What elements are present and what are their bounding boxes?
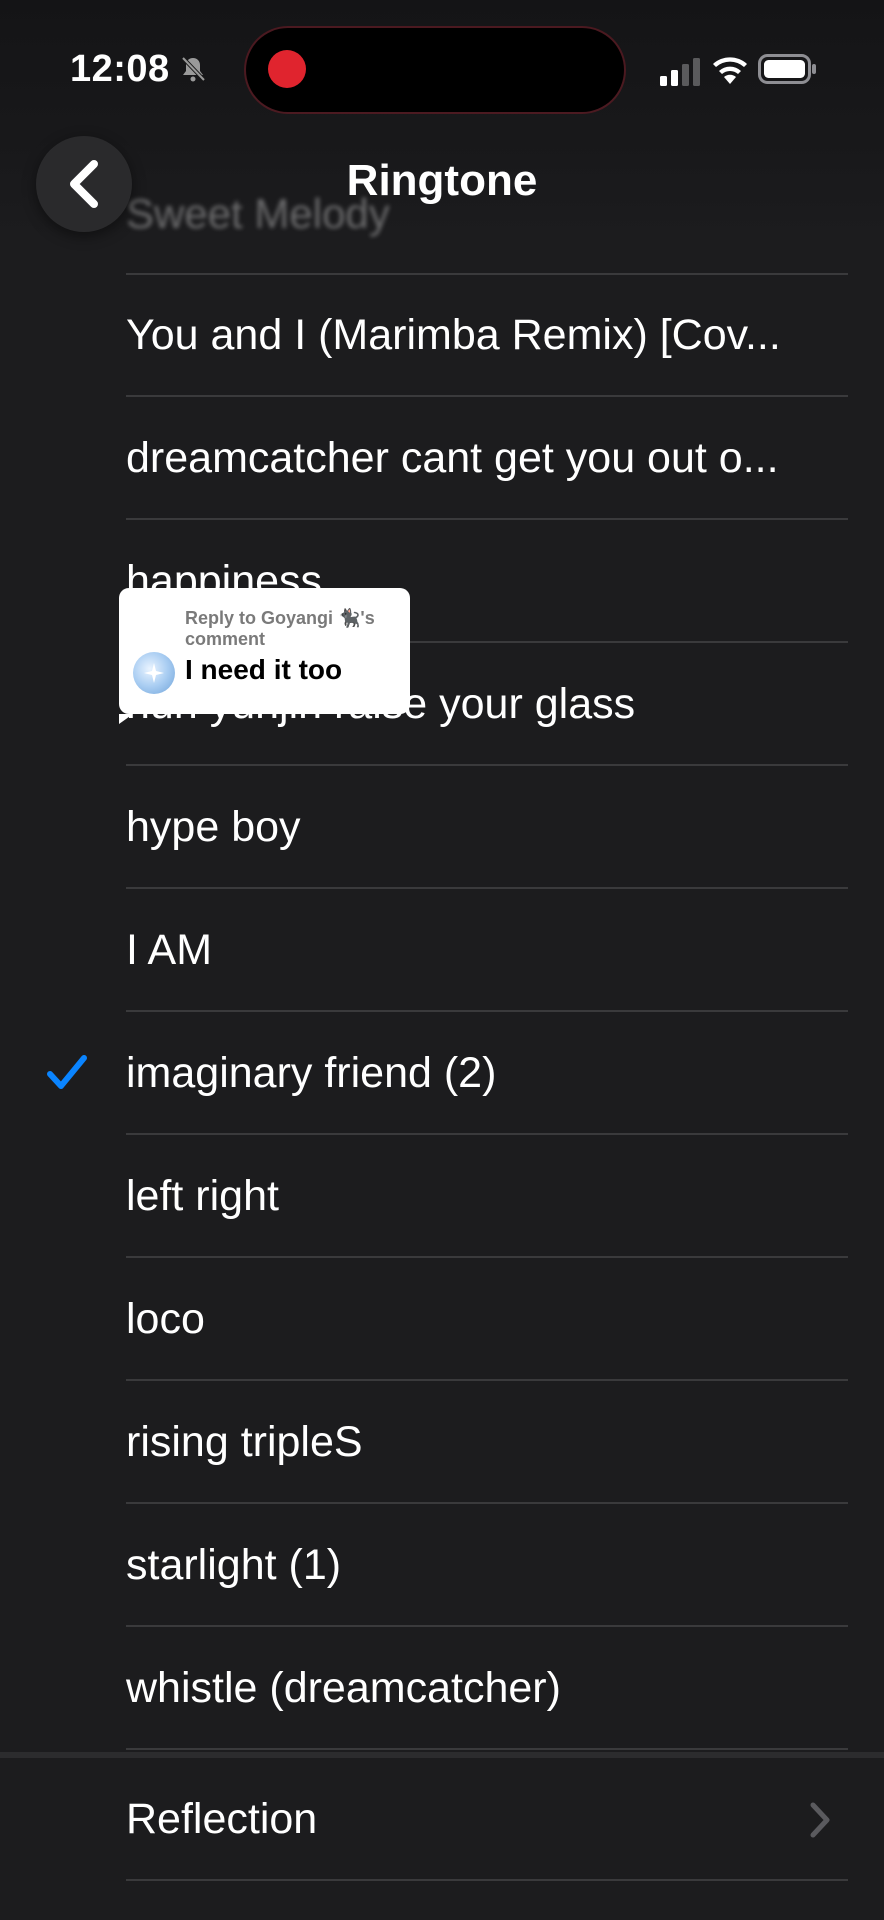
comment-reply-sticker[interactable]: Reply to Goyangi 🐈‍⬛'s comment I need it…: [119, 588, 410, 724]
list-divider: [126, 1879, 848, 1881]
commenter-avatar: [133, 652, 175, 694]
ringtone-label: hype boy: [126, 803, 301, 851]
reflection-label: Reflection: [126, 1795, 318, 1843]
status-bar: 12:08: [0, 0, 884, 140]
ringtone-row[interactable]: loco: [0, 1258, 884, 1381]
reflection-row[interactable]: Reflection: [0, 1758, 884, 1881]
status-time: 12:08: [70, 48, 170, 90]
chevron-right-icon: [810, 1802, 830, 1838]
list-divider: [126, 1748, 848, 1750]
ringtone-row[interactable]: You and I (Marimba Remix) [Cov...: [0, 274, 884, 397]
ringtone-list: You and I (Marimba Remix) [Cov... dreamca…: [0, 274, 884, 1750]
ringtone-row[interactable]: hype boy: [0, 766, 884, 889]
ringtone-label: I AM: [126, 926, 213, 974]
page-title: Ringtone: [346, 156, 538, 205]
signal-icon: [660, 58, 700, 86]
ringtone-label: imaginary friend (2): [126, 1049, 497, 1097]
dynamic-island: [246, 28, 624, 112]
ringtone-row[interactable]: rising tripleS: [0, 1381, 884, 1504]
ringtone-label: left right: [126, 1172, 279, 1220]
ringtone-row[interactable]: dreamcatcher cant get you out o...: [0, 397, 884, 520]
ringtone-label: rising tripleS: [126, 1418, 363, 1466]
wifi-icon: [713, 57, 747, 84]
ringtone-row[interactable]: starlight (1): [0, 1504, 884, 1627]
ringtone-label: starlight (1): [126, 1541, 342, 1589]
ringtone-row[interactable]: I AM: [0, 889, 884, 1012]
checkmark-icon: [47, 1055, 87, 1089]
comment-text: I need it too: [185, 654, 343, 685]
ringtone-label: loco: [126, 1295, 205, 1343]
ringtone-row[interactable]: left right: [0, 1135, 884, 1258]
recording-indicator-icon: [268, 50, 306, 88]
battery-icon: [758, 54, 816, 84]
ringtone-label: dreamcatcher cant get you out o...: [126, 434, 779, 482]
ringtone-row[interactable]: whistle (dreamcatcher): [0, 1627, 884, 1750]
reply-to-label: Reply to Goyangi 🐈‍⬛'s comment: [185, 608, 375, 649]
ringtone-label: whistle (dreamcatcher): [126, 1664, 561, 1712]
avatar-sparkle-icon: [144, 663, 164, 683]
ringtone-label: You and I (Marimba Remix) [Cov...: [126, 311, 781, 359]
ringtone-row[interactable]: imaginary friend (2): [0, 1012, 884, 1135]
mute-bell-icon: [181, 56, 206, 82]
